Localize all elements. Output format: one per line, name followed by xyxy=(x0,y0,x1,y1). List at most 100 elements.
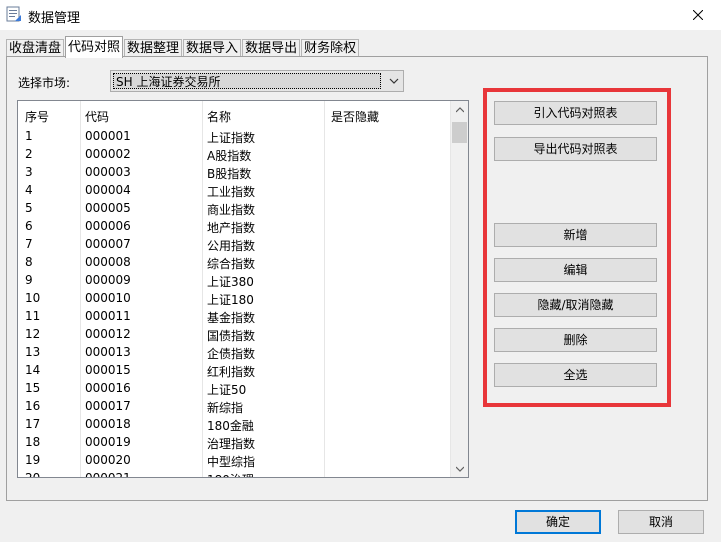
select-all-button[interactable]: 全选 xyxy=(494,363,657,387)
table-row[interactable]: 10 000010 上证180 xyxy=(18,289,451,307)
row-code: 000017 xyxy=(85,399,131,413)
row-name: 180治理 xyxy=(207,471,254,477)
row-name: 新综指 xyxy=(207,401,244,415)
tab-code-mapping[interactable]: 代码对照 xyxy=(65,36,124,58)
import-map-button[interactable]: 引入代码对照表 xyxy=(494,101,657,125)
row-name: 上证50 xyxy=(207,383,247,397)
table-row[interactable]: 14 000015 红利指数 xyxy=(18,361,451,379)
chevron-down-icon xyxy=(389,78,399,84)
table-row[interactable]: 1 000001 上证指数 xyxy=(18,127,451,145)
row-name: 商业指数 xyxy=(207,203,256,217)
row-code: 000011 xyxy=(85,309,131,323)
row-code: 000015 xyxy=(85,363,131,377)
chevron-up-icon xyxy=(455,106,464,112)
hide-toggle-button[interactable]: 隐藏/取消隐藏 xyxy=(494,293,657,317)
table-row[interactable]: 9 000009 上证380 xyxy=(18,271,451,289)
table-row[interactable]: 20 000021 180治理 xyxy=(18,469,451,478)
row-code: 000018 xyxy=(85,417,131,431)
row-name: 地产指数 xyxy=(207,221,256,235)
row-code: 000003 xyxy=(85,165,131,179)
close-icon xyxy=(693,10,703,20)
row-name: 综合指数 xyxy=(207,257,256,271)
column-header-hidden[interactable]: 是否隐藏 xyxy=(331,108,379,125)
column-header-name[interactable]: 名称 xyxy=(207,108,231,125)
row-index: 1 xyxy=(25,129,33,143)
row-code: 000001 xyxy=(85,129,131,143)
table-row[interactable]: 6 000006 地产指数 xyxy=(18,217,451,235)
row-name: 基金指数 xyxy=(207,311,256,325)
row-index: 14 xyxy=(25,363,41,377)
row-code: 000002 xyxy=(85,147,131,161)
code-mapping-table[interactable]: 序号 代码 名称 是否隐藏 1 000001 上证指数 2 000002 A股指数 3 000… xyxy=(17,100,469,478)
row-name: 180金融 xyxy=(207,419,254,433)
row-index: 11 xyxy=(25,309,41,323)
edit-button[interactable]: 编辑 xyxy=(494,258,657,282)
row-code: 000010 xyxy=(85,291,131,305)
table-row[interactable]: 13 000013 企债指数 xyxy=(18,343,451,361)
export-map-button[interactable]: 导出代码对照表 xyxy=(494,137,657,161)
row-index: 2 xyxy=(25,147,33,161)
table-row[interactable]: 3 000003 B股指数 xyxy=(18,163,451,181)
tab-strip: 收盘清盘 代码对照 数据整理 数据导入 数据导出 财务除权 xyxy=(6,36,360,58)
row-index: 17 xyxy=(25,417,41,431)
add-button[interactable]: 新增 xyxy=(494,223,657,247)
table-row[interactable]: 17 000018 180金融 xyxy=(18,415,451,433)
row-name: 上证指数 xyxy=(207,131,256,145)
close-button[interactable] xyxy=(675,0,721,30)
row-index: 19 xyxy=(25,453,41,467)
row-code: 000009 xyxy=(85,273,131,287)
row-code: 000021 xyxy=(85,471,131,478)
market-label: 选择市场: xyxy=(18,76,71,90)
row-name: A股指数 xyxy=(207,149,252,163)
row-name: 治理指数 xyxy=(207,437,256,451)
row-name: 上证180 xyxy=(207,293,254,307)
table-row[interactable]: 8 000008 综合指数 xyxy=(18,253,451,271)
scroll-up-button[interactable] xyxy=(451,101,468,118)
column-header-code[interactable]: 代码 xyxy=(85,108,109,125)
row-index: 3 xyxy=(25,165,33,179)
row-name: 红利指数 xyxy=(207,365,256,379)
row-index: 13 xyxy=(25,345,41,359)
row-code: 000007 xyxy=(85,237,131,251)
market-selected-value: SH 上海证券交易所 xyxy=(113,73,381,89)
table-row[interactable]: 7 000007 公用指数 xyxy=(18,235,451,253)
row-name: 企债指数 xyxy=(207,347,256,361)
table-row[interactable]: 12 000012 国债指数 xyxy=(18,325,451,343)
row-name: B股指数 xyxy=(207,167,252,181)
market-select[interactable]: SH 上海证券交易所 xyxy=(110,70,404,92)
row-index: 10 xyxy=(25,291,41,305)
row-index: 18 xyxy=(25,435,41,449)
table-row[interactable]: 15 000016 上证50 xyxy=(18,379,451,397)
ok-button[interactable]: 确定 xyxy=(515,510,601,534)
row-index: 15 xyxy=(25,381,41,395)
database-icon xyxy=(6,6,22,22)
row-name: 工业指数 xyxy=(207,185,256,199)
row-index: 20 xyxy=(25,471,41,478)
table-row[interactable]: 2 000002 A股指数 xyxy=(18,145,451,163)
row-index: 8 xyxy=(25,255,33,269)
cancel-button[interactable]: 取消 xyxy=(618,510,704,534)
table-row[interactable]: 19 000020 中型综指 xyxy=(18,451,451,469)
table-body: 1 000001 上证指数 2 000002 A股指数 3 000003 B股指数 4 000004… xyxy=(18,127,451,478)
table-header: 序号 代码 名称 是否隐藏 xyxy=(18,101,451,127)
chevron-down-icon xyxy=(455,466,464,472)
row-index: 7 xyxy=(25,237,33,251)
table-row[interactable]: 4 000004 工业指数 xyxy=(18,181,451,199)
row-code: 000013 xyxy=(85,345,131,359)
delete-button[interactable]: 删除 xyxy=(494,328,657,352)
table-row[interactable]: 18 000019 治理指数 xyxy=(18,433,451,451)
title-bar: 数据管理 xyxy=(0,0,721,30)
table-row[interactable]: 16 000017 新综指 xyxy=(18,397,451,415)
scroll-down-button[interactable] xyxy=(451,460,468,477)
scroll-thumb[interactable] xyxy=(452,122,467,143)
vertical-scrollbar[interactable] xyxy=(451,101,468,477)
window-title: 数据管理 xyxy=(28,11,81,26)
row-code: 000019 xyxy=(85,435,131,449)
row-code: 000012 xyxy=(85,327,131,341)
row-index: 12 xyxy=(25,327,41,341)
table-row[interactable]: 11 000011 基金指数 xyxy=(18,307,451,325)
table-row[interactable]: 5 000005 商业指数 xyxy=(18,199,451,217)
column-header-index[interactable]: 序号 xyxy=(25,108,49,125)
row-code: 000008 xyxy=(85,255,131,269)
row-code: 000020 xyxy=(85,453,131,467)
